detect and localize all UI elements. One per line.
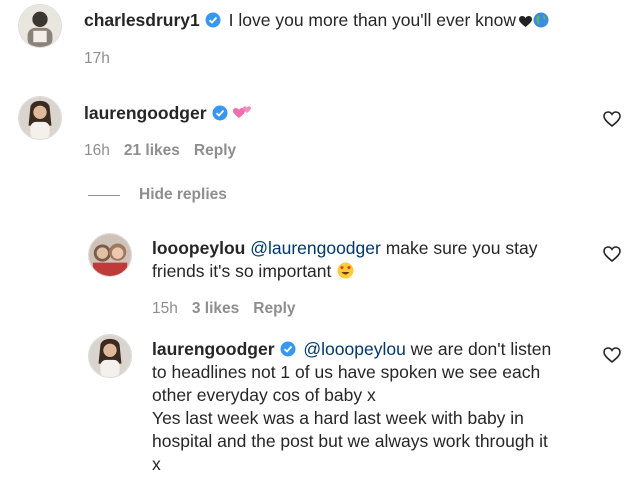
avatar[interactable]: [18, 96, 62, 140]
mention-link[interactable]: @laurengoodger: [250, 238, 381, 258]
timestamp: 17h: [84, 50, 110, 67]
avatar[interactable]: [88, 233, 132, 277]
comment-meta: 16h 21 likes Reply: [84, 142, 250, 160]
like-heart-icon[interactable]: [603, 111, 621, 127]
like-heart-icon[interactable]: [603, 246, 621, 262]
black-heart-icon: [519, 16, 533, 27]
likes-count[interactable]: 3 likes: [192, 300, 239, 317]
likes-count[interactable]: 21 likes: [124, 142, 180, 159]
reply-body: we are don't listen: [405, 339, 552, 359]
reply-text-line: Yes last week was a hard last week with …: [152, 408, 524, 428]
timestamp: 16h: [84, 142, 110, 159]
reply-text-line: friends it's so important: [152, 260, 354, 283]
hide-replies-button[interactable]: Hide replies: [88, 186, 227, 204]
reply-text-line: looopeylou @laurengoodger make sure you …: [152, 237, 537, 260]
reply-body: make sure you stay: [380, 238, 538, 258]
verified-badge-icon: [205, 12, 221, 28]
reply-button[interactable]: Reply: [253, 300, 295, 317]
two-hearts-icon: [232, 106, 251, 118]
mention-link[interactable]: @looopeylou: [303, 339, 405, 359]
reply-text-line: hospital and the post but we always work…: [152, 431, 548, 451]
reply-text-line: laurengoodger @looopeylou we are don't l…: [152, 338, 551, 361]
username[interactable]: laurengoodger: [84, 103, 207, 123]
comment-meta: 15h 3 likes Reply: [152, 300, 310, 318]
comment-meta: 17h: [84, 50, 124, 68]
verified-badge-icon: [212, 105, 228, 121]
username[interactable]: charlesdrury1: [84, 10, 200, 30]
comment-text: charlesdrury1 I love you more than you'l…: [84, 9, 549, 32]
reply-text-line: x: [152, 454, 161, 474]
reply-body: friends it's so important: [152, 261, 332, 281]
reply-text-line: other everyday cos of baby x: [152, 385, 376, 405]
hide-replies-label: Hide replies: [139, 186, 227, 203]
reply-button[interactable]: Reply: [194, 142, 236, 159]
avatar[interactable]: [18, 4, 62, 48]
username[interactable]: looopeylou: [152, 238, 245, 258]
username[interactable]: laurengoodger: [152, 339, 275, 359]
reply-text-line: to headlines not 1 of us have spoken we …: [152, 362, 541, 382]
avatar[interactable]: [88, 334, 132, 378]
heart-eyes-icon: [337, 262, 354, 279]
divider: [88, 194, 120, 196]
timestamp: 15h: [152, 300, 178, 317]
comment-body: I love you more than you'll ever know: [228, 10, 517, 30]
verified-badge-icon: [280, 341, 296, 357]
globe-icon: [533, 12, 549, 28]
comment-text: laurengoodger: [84, 102, 253, 125]
like-heart-icon[interactable]: [603, 347, 621, 363]
